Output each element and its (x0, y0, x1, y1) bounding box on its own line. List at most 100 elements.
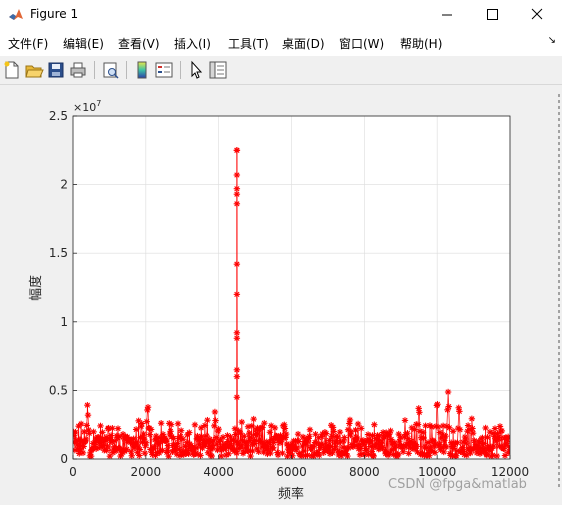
data-point-marker (469, 425, 476, 432)
data-point-marker (238, 418, 245, 426)
data-point-marker (79, 449, 87, 457)
y-tick-label: 1 (60, 315, 68, 329)
close-button[interactable] (514, 0, 560, 30)
vertical-scrollbar[interactable] (556, 94, 562, 489)
spectrum-plot[interactable]: 0 2000 4000 6000 8000 10000 12000 00.511.522.5… (0, 85, 562, 505)
y-tick-label: 2 (60, 178, 68, 192)
data-point-marker (147, 426, 155, 433)
data-point-marker (84, 401, 91, 409)
data-point-marker (469, 429, 477, 437)
x-tick-label: 8000 (349, 465, 380, 479)
y-tick-label: 1.5 (49, 246, 68, 260)
data-point-marker (141, 449, 149, 457)
matlab-logo-icon (8, 7, 24, 23)
peak-marker (233, 191, 241, 198)
menu-help[interactable]: 帮助(H) (400, 35, 442, 52)
x-tick-label: 2000 (131, 465, 162, 479)
print-preview-icon (103, 62, 119, 79)
legend-button[interactable] (154, 60, 174, 80)
data-point-marker (251, 437, 259, 444)
data-point-marker (495, 435, 502, 443)
x-tick-label: 6000 (276, 465, 307, 479)
data-point-marker (128, 452, 135, 459)
peak-marker (233, 185, 241, 192)
property-inspector-icon (209, 61, 227, 79)
data-point-marker (157, 420, 165, 427)
data-point-marker (371, 421, 378, 428)
property-inspector-button[interactable] (208, 60, 228, 80)
toolbar-separator (94, 61, 95, 79)
data-point-marker (211, 408, 219, 416)
data-point-marker (456, 408, 463, 415)
data-point-marker (370, 452, 377, 459)
y-tick-labels: 0 0.5 1 1.5 2 2.5 (49, 109, 68, 466)
toolbar-separator (180, 61, 181, 79)
data-point-marker (416, 409, 423, 416)
open-file-button[interactable] (24, 60, 44, 80)
menu-edit[interactable]: 编辑(E) (63, 35, 104, 52)
legend-icon (155, 62, 173, 78)
menu-view[interactable]: 查看(V) (118, 35, 160, 52)
save-button[interactable] (46, 60, 66, 80)
window-title: Figure 1 (30, 7, 79, 21)
data-point-marker (143, 418, 150, 425)
figure-toolbar (0, 56, 562, 85)
y-tick-label: 2.5 (49, 109, 68, 123)
peak-marker (233, 200, 241, 208)
minimize-button[interactable] (424, 0, 470, 30)
peak-marker (233, 260, 241, 268)
data-point-marker (211, 422, 218, 430)
colorbar-button[interactable] (132, 60, 152, 80)
data-point-marker (443, 443, 450, 451)
data-point-marker (468, 415, 476, 423)
data-point-marker (174, 420, 182, 427)
data-point-marker (204, 416, 211, 424)
menu-file[interactable]: 文件(F) (8, 35, 48, 52)
menu-bar: 文件(F) 编辑(E) 查看(V) 插入(I) 工具(T) 桌面(D) 窗口(W… (0, 30, 562, 54)
data-point-marker (344, 452, 351, 459)
data-point-marker (289, 452, 296, 459)
print-button[interactable] (68, 60, 88, 80)
data-point-marker (136, 452, 143, 459)
data-point-marker (434, 401, 441, 408)
y-exponent-label: ×107 (73, 99, 101, 114)
minimize-icon (442, 14, 452, 16)
toolbar-separator (126, 61, 127, 79)
menu-insert[interactable]: 插入(I) (174, 35, 211, 52)
menu-window[interactable]: 窗口(W) (339, 35, 384, 52)
data-point-marker (449, 428, 457, 435)
colorbar-icon (137, 61, 147, 79)
data-point-marker (164, 447, 171, 454)
data-point-marker (146, 431, 154, 438)
data-point-marker (191, 421, 199, 429)
x-tick-label: 0 (69, 465, 77, 479)
menu-tools[interactable]: 工具(T) (228, 35, 269, 52)
scrollbar-track (558, 94, 560, 489)
x-tick-label: 4000 (203, 465, 234, 479)
data-point-marker (109, 425, 116, 432)
menu-desktop[interactable]: 桌面(D) (282, 35, 325, 52)
data-point-marker (136, 446, 144, 453)
data-point-marker (208, 452, 215, 459)
pointer-button[interactable] (186, 60, 206, 80)
peak-marker (233, 373, 241, 380)
maximize-button[interactable] (469, 0, 515, 30)
data-point-marker (90, 428, 97, 436)
dock-arrow-icon[interactable]: ↘ (548, 35, 556, 46)
print-preview-button[interactable] (100, 60, 120, 80)
data-point-marker (97, 422, 104, 430)
figure-canvas[interactable]: 0 2000 4000 6000 8000 10000 12000 0 0.5 1 1.5 2 2.5… (0, 85, 562, 505)
data-point-marker (322, 430, 330, 437)
peak-marker (233, 171, 241, 179)
data-point-marker (99, 429, 106, 436)
y-axis-label: 幅度 (28, 275, 44, 301)
data-point-marker (281, 425, 289, 432)
peak-marker (233, 366, 241, 374)
peak-marker (233, 335, 241, 342)
open-file-icon (25, 65, 44, 78)
save-icon (48, 62, 64, 78)
data-point-marker (358, 425, 365, 432)
pointer-icon (191, 60, 203, 79)
data-point-marker (167, 428, 174, 435)
new-figure-button[interactable] (2, 60, 22, 80)
